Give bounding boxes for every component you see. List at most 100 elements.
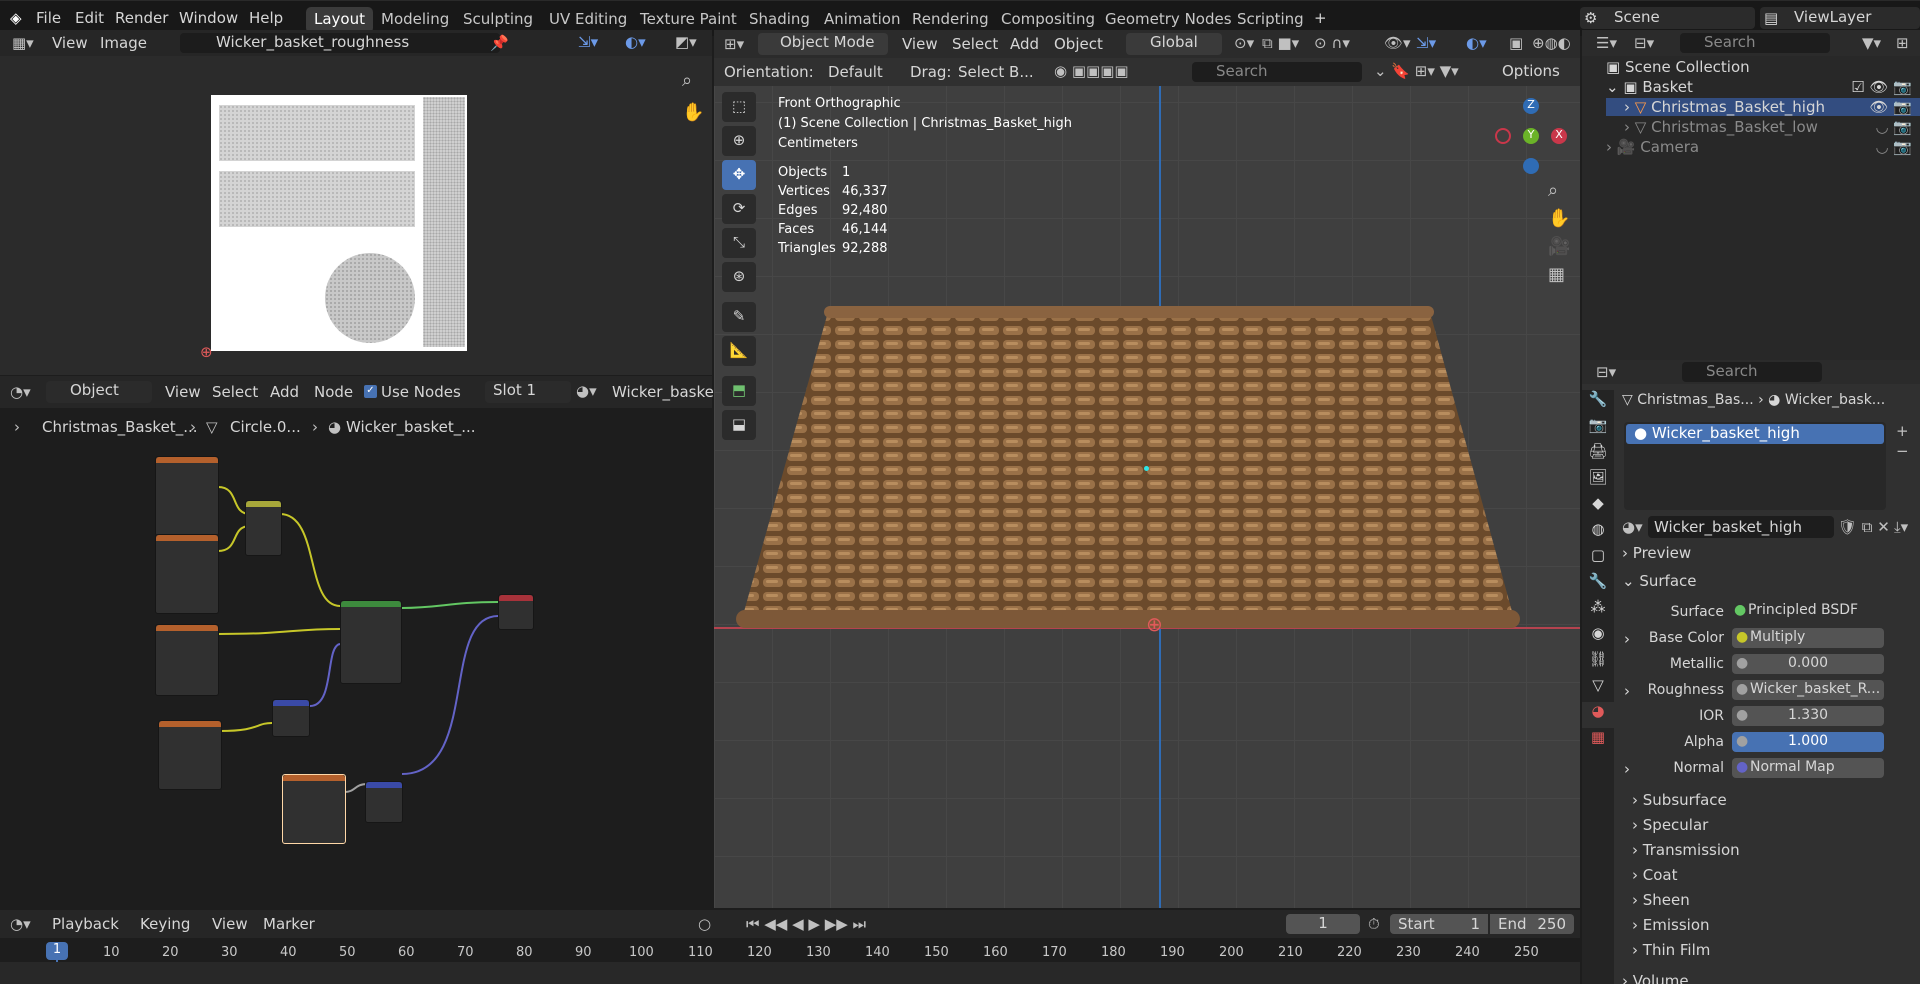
transform-tool-icon[interactable]: ⊛ (722, 262, 756, 292)
visibility-icons[interactable]: 👁 📷 (1870, 98, 1913, 116)
data-tab-icon[interactable]: ▽ (1582, 676, 1614, 702)
visibility-icons[interactable]: ◡ 📷 (1875, 138, 1912, 156)
add-slot-icon[interactable]: + (1896, 422, 1909, 440)
measure-tool-icon[interactable]: 📐 (722, 336, 756, 366)
grid-toggle-icon[interactable]: ▦ (1548, 264, 1565, 285)
link-icon[interactable]: ⤓▾ (1894, 518, 1908, 536)
normal-map-node[interactable] (272, 699, 310, 737)
editor-type-icon[interactable]: ⊟▾ (1596, 363, 1616, 381)
navigation-gizmo[interactable]: Z Y X (1492, 98, 1572, 178)
modifier-tab-icon[interactable]: 🔧 (1582, 572, 1614, 598)
material-slot-item[interactable]: ● Wicker_basket_high (1626, 424, 1884, 444)
particles-tab-icon[interactable]: ⁂ (1582, 598, 1614, 624)
rotate-tool-icon[interactable]: ⟳ (722, 194, 756, 224)
mix-node[interactable] (245, 500, 282, 556)
volume-panel[interactable]: › Volume (1622, 972, 1912, 984)
image-menu[interactable]: Image (100, 34, 147, 52)
preview-panel[interactable]: › Preview (1622, 544, 1912, 568)
gizmo-neg-z[interactable] (1523, 158, 1539, 174)
displacement-node[interactable] (365, 781, 403, 823)
blender-logo-icon[interactable]: ◈ (10, 9, 22, 27)
scene-selector[interactable]: ⚙ Scene (1580, 7, 1755, 29)
pan-hand-icon[interactable]: ✋ (1548, 208, 1570, 229)
image-editor[interactable]: ▦▾ View Image Wicker_basket_roughness 📌 … (0, 30, 712, 375)
current-frame-field[interactable]: 1 (1286, 914, 1360, 934)
base-color-field[interactable]: ● Multiply (1732, 628, 1884, 648)
emission-panel[interactable]: › Emission (1632, 913, 1912, 938)
physics-tab-icon[interactable]: ◉ (1582, 624, 1614, 650)
view-layer-selector[interactable]: ▤ ViewLayer (1760, 7, 1920, 29)
texture-tab-icon[interactable]: ▦ (1582, 728, 1614, 754)
playback-controls-icon[interactable]: ⏮ ◀◀ ◀ ▶ ▶▶ ⏭ (746, 915, 866, 933)
scale-tool-icon[interactable]: ⤡ (722, 228, 756, 258)
material-slot-list[interactable]: ● Wicker_basket_high (1624, 422, 1886, 510)
chevron-right-icon[interactable]: › (1624, 760, 1630, 778)
timeline-view-menu[interactable]: View (212, 915, 248, 933)
gizmo-neg-x[interactable] (1495, 128, 1511, 144)
coat-panel[interactable]: › Coat (1632, 863, 1912, 888)
3d-cursor-icon[interactable]: ⊕ (1146, 612, 1163, 636)
display-mode-icon[interactable]: ⊟▾ (1634, 34, 1654, 52)
keying-menu[interactable]: Keying (140, 915, 190, 933)
outliner-search[interactable]: Search (1680, 33, 1830, 53)
playhead[interactable]: 1 (46, 942, 68, 960)
select-box-tool-icon[interactable]: ⬚ (722, 92, 756, 122)
remove-slot-icon[interactable]: − (1896, 442, 1909, 460)
output-tab-icon[interactable]: 🖨 (1582, 442, 1614, 468)
roughness-field[interactable]: ● Wicker_basket_R... (1732, 680, 1884, 700)
normal-field[interactable]: ● Normal Map (1732, 758, 1884, 778)
menu-file[interactable]: File (36, 9, 61, 27)
gizmo-z[interactable]: Z (1523, 98, 1539, 114)
thin-film-panel[interactable]: › Thin Film (1632, 938, 1912, 963)
menu-help[interactable]: Help (249, 9, 283, 27)
pan-hand-icon[interactable]: ✋ (682, 102, 704, 123)
world-tab-icon[interactable]: ◍ (1582, 520, 1614, 546)
outliner[interactable]: ☰▾ ⊟▾ Search ▼▾ ⊞ ▣ Scene Collection ⌄ ▣… (1582, 30, 1920, 360)
visibility-icons[interactable]: ◡ 📷 (1875, 118, 1912, 136)
scene-tab-icon[interactable]: ◆ (1582, 494, 1614, 520)
gizmo-x[interactable]: X (1551, 128, 1567, 144)
annotate-tool-icon[interactable]: ✎ (722, 302, 756, 332)
stopwatch-icon[interactable]: ⏱ (1368, 915, 1380, 933)
camera-view-icon[interactable]: 🎥 (1548, 236, 1570, 257)
overlay-icon[interactable]: ◐▾ (625, 33, 646, 51)
add-workspace-button[interactable]: + (1314, 9, 1327, 27)
outliner-item-basket[interactable]: ⌄ ▣ Basket ☑ 👁 📷 (1606, 78, 1920, 96)
outliner-item-christmas-basket-high[interactable]: › ▽ Christmas_Basket_high 👁 📷 (1606, 98, 1920, 116)
move-tool-icon[interactable]: ✥ (722, 160, 756, 190)
filter-icon[interactable]: ▼▾ (1862, 34, 1881, 52)
transmission-panel[interactable]: › Transmission (1632, 838, 1912, 863)
menu-edit[interactable]: Edit (75, 9, 104, 27)
shader-editor[interactable]: ◔▾ Object View Select Add Node ✓ Use Nod… (0, 376, 727, 908)
menu-render[interactable]: Render (115, 9, 168, 27)
surface-panel[interactable]: ⌄ Surface (1622, 572, 1912, 596)
zoom-icon[interactable]: ⌕ (1548, 180, 1558, 201)
specular-panel[interactable]: › Specular (1632, 813, 1912, 838)
editor-type-icon[interactable]: ▦▾ (12, 34, 34, 52)
outliner-item-camera[interactable]: › 🎥 Camera ◡ 📷 (1606, 138, 1920, 156)
new-collection-icon[interactable]: ⊞ (1896, 34, 1909, 52)
render-tab-icon[interactable]: 📷 (1582, 416, 1614, 442)
scene-collection-row[interactable]: ▣ Scene Collection (1606, 58, 1750, 76)
image-texture-node[interactable] (155, 534, 219, 614)
gizmo-y[interactable]: Y (1523, 128, 1539, 144)
2d-cursor-icon[interactable]: ⊕ (200, 343, 213, 361)
image-texture-node[interactable] (155, 624, 219, 696)
ior-field[interactable]: ● 1.330 (1732, 706, 1884, 726)
chevron-right-icon[interactable]: › (1624, 682, 1630, 700)
marker-menu[interactable]: Marker (263, 915, 315, 933)
image-texture-node[interactable] (155, 456, 219, 536)
surface-shader-field[interactable]: ● Principled BSDF (1732, 602, 1884, 622)
tool-tab-icon[interactable]: 🔧 (1582, 390, 1614, 416)
material-output-node[interactable] (498, 594, 534, 630)
material-name-field[interactable]: Wicker_basket_high (1648, 516, 1834, 538)
alpha-field[interactable]: ● 1.000 (1732, 732, 1884, 752)
timeline-track[interactable] (0, 962, 1580, 984)
display-channels-icon[interactable]: ◩▾ (675, 33, 697, 51)
editor-type-icon[interactable]: ◔▾ (10, 915, 31, 933)
add-object-tool-icon[interactable]: ⬓ (722, 410, 756, 440)
properties-search[interactable]: Search (1682, 362, 1822, 382)
visibility-icons[interactable]: ☑ 👁 📷 (1851, 78, 1912, 96)
uv-sync-icon[interactable]: ⇲▾ (578, 33, 598, 51)
image-texture-node[interactable] (158, 720, 222, 790)
